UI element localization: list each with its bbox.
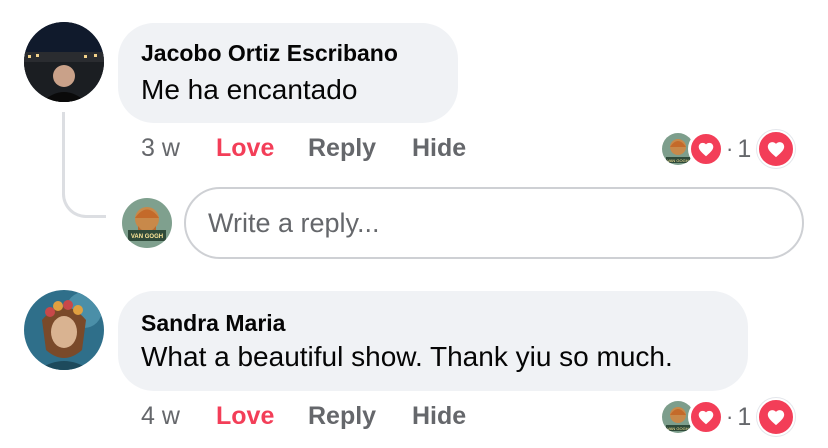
reply-button[interactable]: Reply	[308, 134, 376, 163]
reaction-count: 1	[737, 134, 752, 163]
comment-author[interactable]: Jacobo Ortiz Escribano	[141, 40, 398, 67]
reaction-summary[interactable]: VAN GOGH · 1	[660, 129, 796, 169]
commenter-avatar[interactable]	[24, 290, 104, 370]
reply-button[interactable]: Reply	[308, 402, 376, 431]
reaction-count: 1	[737, 402, 752, 431]
heart-icon[interactable]	[757, 398, 796, 436]
reaction-separator: ·	[726, 404, 734, 429]
reactor-avatar-label: VAN GOGH	[667, 426, 688, 431]
heart-icon	[688, 131, 724, 167]
love-button[interactable]: Love	[216, 402, 274, 431]
reply-input[interactable]	[184, 187, 804, 259]
heart-icon[interactable]	[757, 130, 796, 168]
comment-text: Me ha encantado	[141, 74, 358, 105]
comment-text: What a beautiful show. Thank yiu so much…	[141, 341, 673, 372]
hide-button[interactable]: Hide	[412, 402, 466, 431]
comment-bubble	[118, 23, 458, 123]
page-avatar-label: VAN GOGH	[131, 234, 163, 240]
comment-timestamp[interactable]: 4 w	[141, 402, 180, 431]
comment-author[interactable]: Sandra Maria	[141, 310, 285, 337]
heart-icon	[688, 399, 724, 435]
reaction-separator: ·	[726, 136, 734, 161]
love-button[interactable]: Love	[216, 134, 274, 163]
hide-button[interactable]: Hide	[412, 134, 466, 163]
page-avatar[interactable]: VAN GOGH	[122, 198, 172, 248]
thread-connector-line	[62, 112, 106, 218]
commenter-avatar[interactable]	[24, 22, 104, 102]
reactor-avatar-label: VAN GOGH	[667, 158, 688, 163]
comment-timestamp[interactable]: 3 w	[141, 134, 180, 163]
reaction-summary[interactable]: VAN GOGH · 1	[660, 397, 796, 437]
